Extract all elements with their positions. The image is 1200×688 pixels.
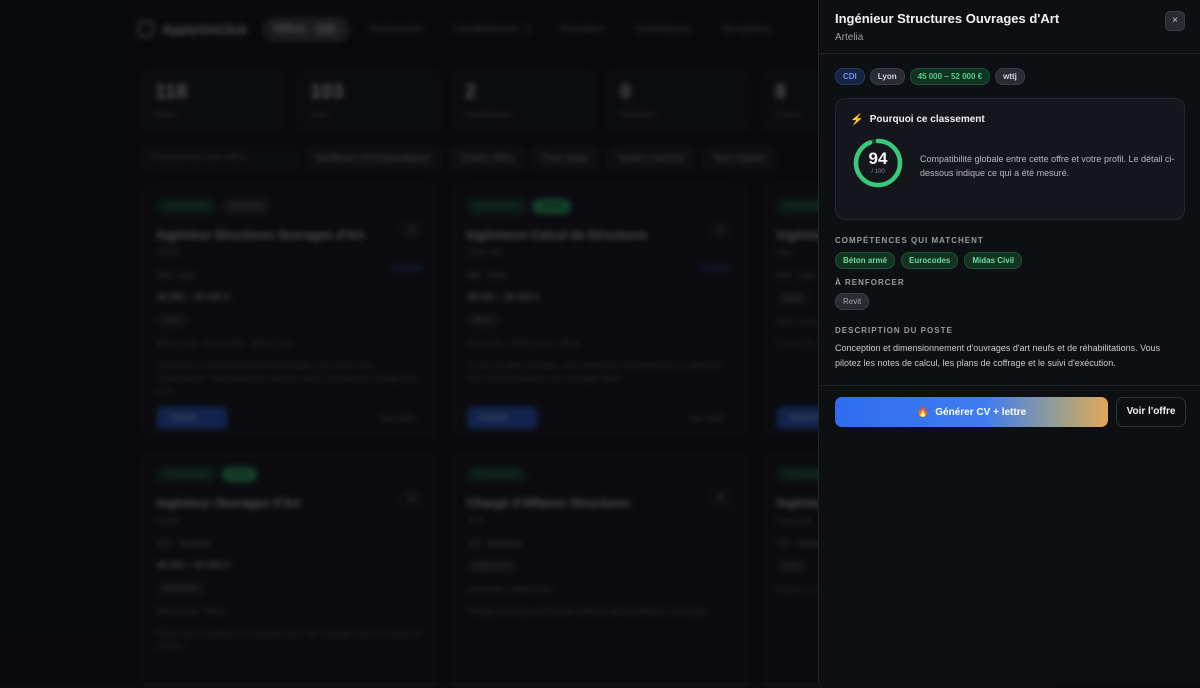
ranking-explanation: Compatibilité globale entre cette offre … [920,154,1175,178]
offer-chips: CDI Lyon 45 000 – 52 000 € wttj [835,68,1025,85]
drawer-footer: 🔥 Générer CV + lettre Voir l'offre [819,385,1200,445]
contract-chip: CDI [835,68,865,85]
ranking-heading: ⚡ Pourquoi ce classement [850,113,985,126]
view-offer-button[interactable]: Voir l'offre [1116,397,1186,427]
skill-chip: Béton armé [835,252,896,269]
skill-chip: Midas Civil [964,252,1023,269]
ranking-heading-label: Pourquoi ce classement [869,114,985,125]
matching-skills: Béton armé Eurocodes Midas Civil [835,252,1023,269]
lightning-icon: ⚡ [850,114,864,126]
reinforce-skills: Revit [835,293,870,310]
close-button[interactable]: × [1165,11,1185,31]
matching-skills-heading: COMPÉTENCES QUI MATCHENT [835,236,984,245]
fire-icon: 🔥 [916,406,930,418]
close-icon: × [1172,15,1178,26]
offer-detail-drawer: Ingénieur Structures Ouvrages d'Art Arte… [818,0,1200,682]
generate-label: Générer CV + lettre [935,406,1027,418]
score-max: / 100 [871,169,885,175]
drawer-header: Ingénieur Structures Ouvrages d'Art Arte… [819,0,1200,54]
salary-chip: 45 000 – 52 000 € [909,68,991,85]
generate-cv-letter-button[interactable]: 🔥 Générer CV + lettre [835,397,1108,427]
job-description: Conception et dimensionnement d'ouvrages… [835,343,1161,368]
reinforce-heading: À RENFORCER [835,278,905,287]
source-chip: wttj [995,68,1025,85]
score-value: 94 [868,149,888,168]
skill-chip: Revit [835,293,870,310]
city-chip: Lyon [869,68,905,85]
offer-company: Artelia [835,32,864,43]
ranking-panel: ⚡ Pourquoi ce classement 94 / 100 Compat… [835,98,1185,220]
skill-chip: Eurocodes [901,252,959,269]
offer-title: Ingénieur Structures Ouvrages d'Art [835,11,1060,26]
description-heading: DESCRIPTION DU POSTE [835,326,953,335]
